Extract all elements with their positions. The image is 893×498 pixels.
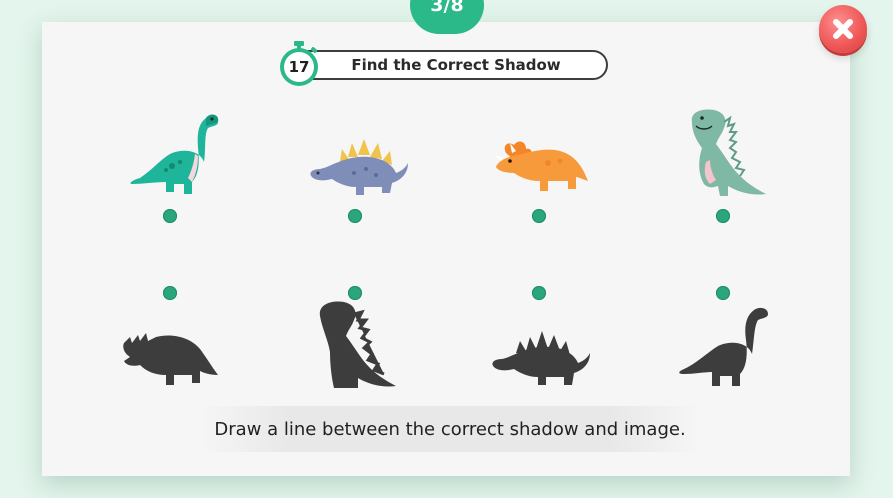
title-bar: Find the Correct Shadow: [290, 50, 608, 80]
close-icon: [833, 19, 853, 39]
timer-value: 17: [288, 58, 310, 76]
instruction-bar: Draw a line between the correct shadow a…: [200, 406, 700, 452]
connect-dot-top-2[interactable]: [348, 209, 362, 223]
instruction-text: Draw a line between the correct shadow a…: [214, 418, 686, 440]
triceratops-icon[interactable]: [488, 118, 598, 218]
close-button[interactable]: [819, 5, 867, 53]
t-rex-icon[interactable]: [678, 104, 788, 204]
connect-dot-top-1[interactable]: [163, 209, 177, 223]
triceratops-shadow-icon[interactable]: [116, 310, 226, 410]
connect-dot-top-3[interactable]: [532, 209, 546, 223]
timer: 17: [277, 41, 321, 87]
progress-text: 3/8: [430, 0, 464, 16]
brachiosaurus-icon[interactable]: [122, 104, 232, 204]
connect-dot-bottom-1[interactable]: [163, 286, 177, 300]
stegosaurus-shadow-icon[interactable]: [486, 308, 596, 408]
brachiosaurus-shadow-icon[interactable]: [674, 296, 784, 396]
connect-dot-bottom-3[interactable]: [532, 286, 546, 300]
stegosaurus-icon[interactable]: [304, 118, 414, 218]
page-title: Find the Correct Shadow: [351, 56, 561, 74]
t-rex-shadow-icon[interactable]: [308, 296, 418, 396]
connect-dot-top-4[interactable]: [716, 209, 730, 223]
